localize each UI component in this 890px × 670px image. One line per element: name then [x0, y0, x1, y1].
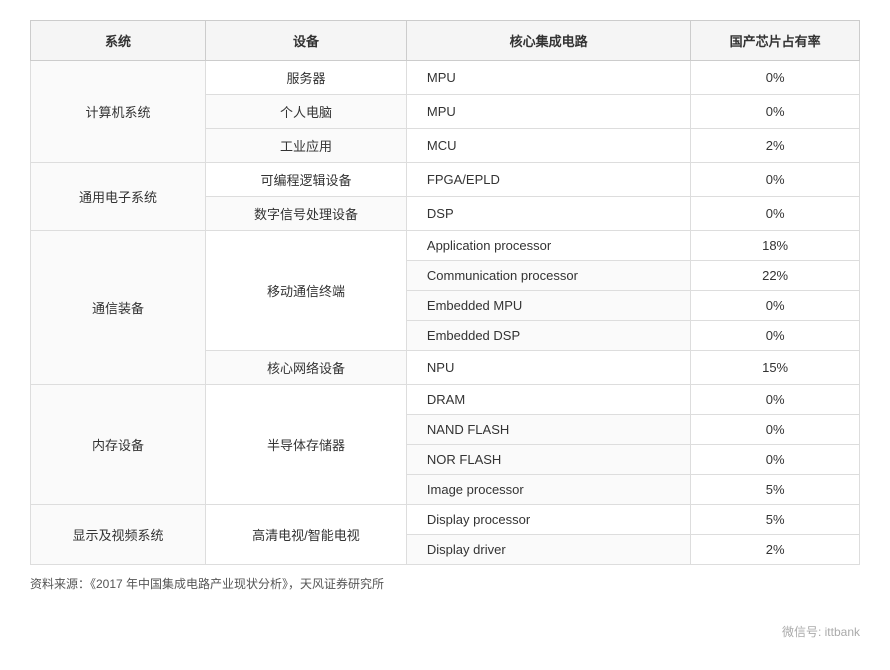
cell-chip: NAND FLASH [406, 415, 690, 445]
table-row: 通用电子系统可编程逻辑设备FPGA/EPLD0% [31, 163, 860, 197]
cell-rate: 5% [691, 505, 860, 535]
cell-rate: 2% [691, 535, 860, 565]
cell-chip: NOR FLASH [406, 445, 690, 475]
col-header-chip: 核心集成电路 [406, 21, 690, 61]
cell-rate: 5% [691, 475, 860, 505]
table-row: 内存设备半导体存储器DRAM0% [31, 385, 860, 415]
cell-chip: Image processor [406, 475, 690, 505]
cell-rate: 15% [691, 351, 860, 385]
col-header-system: 系统 [31, 21, 206, 61]
table-row: 通信装备移动通信终端Application processor18% [31, 231, 860, 261]
cell-system: 内存设备 [31, 385, 206, 505]
data-table: 系统 设备 核心集成电路 国产芯片占有率 计算机系统服务器MPU0%个人电脑MP… [30, 20, 860, 565]
cell-system: 显示及视频系统 [31, 505, 206, 565]
cell-system: 通信装备 [31, 231, 206, 385]
cell-rate: 0% [691, 197, 860, 231]
table-row: 显示及视频系统高清电视/智能电视Display processor5% [31, 505, 860, 535]
watermark: 微信号: ittbank [782, 623, 860, 640]
table-container: 系统 设备 核心集成电路 国产芯片占有率 计算机系统服务器MPU0%个人电脑MP… [30, 20, 860, 565]
cell-rate: 2% [691, 129, 860, 163]
cell-rate: 0% [691, 291, 860, 321]
cell-device: 服务器 [205, 61, 406, 95]
table-row: 计算机系统服务器MPU0% [31, 61, 860, 95]
cell-rate: 22% [691, 261, 860, 291]
cell-chip: MCU [406, 129, 690, 163]
cell-device: 移动通信终端 [205, 231, 406, 351]
cell-chip: DRAM [406, 385, 690, 415]
cell-rate: 18% [691, 231, 860, 261]
cell-rate: 0% [691, 321, 860, 351]
col-header-rate: 国产芯片占有率 [691, 21, 860, 61]
cell-chip: DSP [406, 197, 690, 231]
cell-device: 工业应用 [205, 129, 406, 163]
cell-rate: 0% [691, 445, 860, 475]
table-header-row: 系统 设备 核心集成电路 国产芯片占有率 [31, 21, 860, 61]
cell-rate: 0% [691, 415, 860, 445]
cell-system: 计算机系统 [31, 61, 206, 163]
cell-chip: Display driver [406, 535, 690, 565]
cell-device: 可编程逻辑设备 [205, 163, 406, 197]
cell-chip: MPU [406, 95, 690, 129]
footnote: 资料来源：《2017 年中国集成电路产业现状分析》，天风证券研究所 [30, 575, 860, 592]
cell-rate: 0% [691, 385, 860, 415]
cell-device: 数字信号处理设备 [205, 197, 406, 231]
cell-system: 通用电子系统 [31, 163, 206, 231]
cell-rate: 0% [691, 163, 860, 197]
cell-chip: Communication processor [406, 261, 690, 291]
cell-device: 半导体存储器 [205, 385, 406, 505]
cell-chip: Display processor [406, 505, 690, 535]
cell-chip: FPGA/EPLD [406, 163, 690, 197]
cell-chip: Embedded DSP [406, 321, 690, 351]
cell-device: 高清电视/智能电视 [205, 505, 406, 565]
cell-chip: NPU [406, 351, 690, 385]
cell-device: 核心网络设备 [205, 351, 406, 385]
cell-rate: 0% [691, 61, 860, 95]
cell-rate: 0% [691, 95, 860, 129]
cell-chip: MPU [406, 61, 690, 95]
cell-chip: Application processor [406, 231, 690, 261]
cell-chip: Embedded MPU [406, 291, 690, 321]
col-header-device: 设备 [205, 21, 406, 61]
cell-device: 个人电脑 [205, 95, 406, 129]
